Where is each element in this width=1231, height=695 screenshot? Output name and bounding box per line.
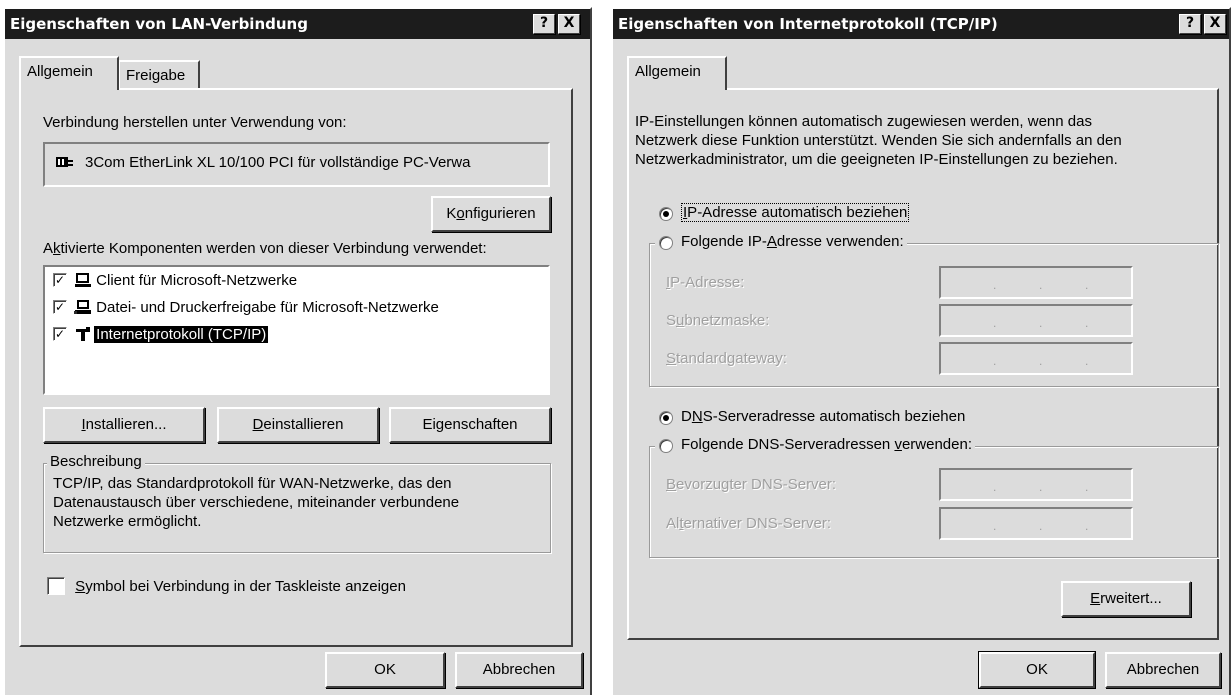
ip-auto-label: IP-Adresse automatisch beziehen <box>681 203 910 222</box>
file-printer-sharing-icon <box>74 299 92 315</box>
uninstall-button[interactable]: Deinstallieren <box>217 407 379 443</box>
adapter-box: 3Com EtherLink XL 10/100 PCI für vollstä… <box>43 142 550 187</box>
tab-panel: IP-Einstellungen können automatisch zuge… <box>627 88 1219 640</box>
components-list[interactable]: ✓ Client für Microsoft-Netzwerke ✓ Datei… <box>43 265 550 395</box>
help-button[interactable]: ? <box>533 14 555 34</box>
subnet-mask-label: Subnetzmaske: <box>666 312 770 329</box>
ip-address-field[interactable]: ... <box>939 266 1133 299</box>
ip-manual-radio[interactable] <box>659 236 673 250</box>
dns-auto-label: DNS-Serveradresse automatisch beziehen <box>681 408 966 425</box>
close-button[interactable]: X <box>558 14 580 34</box>
dns-auto-radio[interactable] <box>659 411 673 425</box>
taskbar-checkbox-label: Symbol bei Verbindung in der Taskleiste … <box>75 577 406 595</box>
dns-auto-option[interactable]: DNS-Serveradresse automatisch beziehen <box>659 408 965 425</box>
ip-manual-label: Folgende IP-Adresse verwenden: <box>681 233 904 250</box>
alternate-dns-label: Alternativer DNS-Server: <box>666 515 832 532</box>
gateway-label: Standardgateway: <box>666 350 787 367</box>
ok-button[interactable]: OK <box>325 652 445 688</box>
properties-button[interactable]: Eigenschaften <box>389 407 551 443</box>
ip-manual-option[interactable]: Folgende IP-Adresse verwenden: <box>655 233 907 250</box>
component-label: Client für Microsoft-Netzwerke <box>96 271 298 289</box>
ip-auto-radio[interactable] <box>659 207 673 221</box>
gateway-field[interactable]: ... <box>939 342 1133 375</box>
adapter-name: 3Com EtherLink XL 10/100 PCI für vollstä… <box>85 154 471 171</box>
network-card-icon <box>55 154 75 174</box>
list-item-tcpip[interactable]: ✓ Internetprotokoll (TCP/IP) <box>53 325 269 347</box>
taskbar-checkbox[interactable] <box>47 577 65 596</box>
ip-address-label: IP-Adresse: <box>666 274 745 291</box>
connect-using-label: Verbindung herstellen unter Verwendung v… <box>43 114 347 131</box>
preferred-dns-label: Bevorzugter DNS-Server: <box>666 476 837 493</box>
tab-panel: Verbindung herstellen unter Verwendung v… <box>19 88 573 647</box>
component-label: Internetprotokoll (TCP/IP) <box>94 325 269 343</box>
dns-manual-label: Folgende DNS-Serveradressen verwenden: <box>681 436 972 453</box>
tcpip-properties-dialog: Eigenschaften von Internetprotokoll (TCP… <box>611 7 1231 695</box>
title-bar[interactable]: Eigenschaften von LAN-Verbindung ? X <box>5 9 590 39</box>
ip-auto-option[interactable]: IP-Adresse automatisch beziehen <box>659 203 910 222</box>
dns-manual-group <box>649 446 1219 558</box>
tab-allgemein[interactable]: Allgemein <box>19 56 119 90</box>
components-label: Aktivierte Komponenten werden von dieser… <box>43 240 487 257</box>
component-label: Datei- und Druckerfreigabe für Microsoft… <box>96 298 439 316</box>
dialog-title: Eigenschaften von LAN-Verbindung <box>10 15 308 33</box>
title-bar[interactable]: Eigenschaften von Internetprotokoll (TCP… <box>613 9 1229 39</box>
taskbar-icon-option[interactable]: Symbol bei Verbindung in der Taskleiste … <box>47 577 406 596</box>
alternate-dns-field[interactable]: ... <box>939 507 1133 540</box>
list-item-client[interactable]: ✓ Client für Microsoft-Netzwerke <box>53 271 299 293</box>
close-button[interactable]: X <box>1204 14 1226 34</box>
dialog-title: Eigenschaften von Internetprotokoll (TCP… <box>618 15 998 33</box>
help-button[interactable]: ? <box>1179 14 1201 34</box>
lan-connection-properties-dialog: Eigenschaften von LAN-Verbindung ? X All… <box>3 7 592 695</box>
description-legend: Beschreibung <box>47 453 145 470</box>
preferred-dns-field[interactable]: ... <box>939 468 1133 501</box>
component-checkbox[interactable]: ✓ <box>53 273 67 288</box>
dns-manual-option[interactable]: Folgende DNS-Serveradressen verwenden: <box>655 436 975 453</box>
subnet-mask-field[interactable]: ... <box>939 304 1133 337</box>
configure-button[interactable]: Konfigurieren <box>431 196 551 232</box>
component-checkbox[interactable]: ✓ <box>53 300 67 315</box>
cancel-button[interactable]: Abbrechen <box>455 652 583 688</box>
ok-button[interactable]: OK <box>978 651 1096 689</box>
advanced-button[interactable]: Erweitert... <box>1061 581 1191 617</box>
description-text: TCP/IP, das Standardprotokoll für WAN-Ne… <box>53 475 460 530</box>
list-item-file-sharing[interactable]: ✓ Datei- und Druckerfreigabe für Microso… <box>53 298 441 320</box>
install-button[interactable]: Installieren... <box>43 407 205 443</box>
dns-manual-radio[interactable] <box>659 439 673 453</box>
cancel-button[interactable]: Abbrechen <box>1105 652 1221 688</box>
tab-freigabe[interactable]: Freigabe <box>118 60 200 90</box>
intro-text: IP-Einstellungen können automatisch zuge… <box>635 113 1122 168</box>
protocol-icon <box>74 326 92 342</box>
component-checkbox[interactable]: ✓ <box>53 327 67 342</box>
network-client-icon <box>74 272 92 288</box>
tab-allgemein[interactable]: Allgemein <box>627 56 727 90</box>
